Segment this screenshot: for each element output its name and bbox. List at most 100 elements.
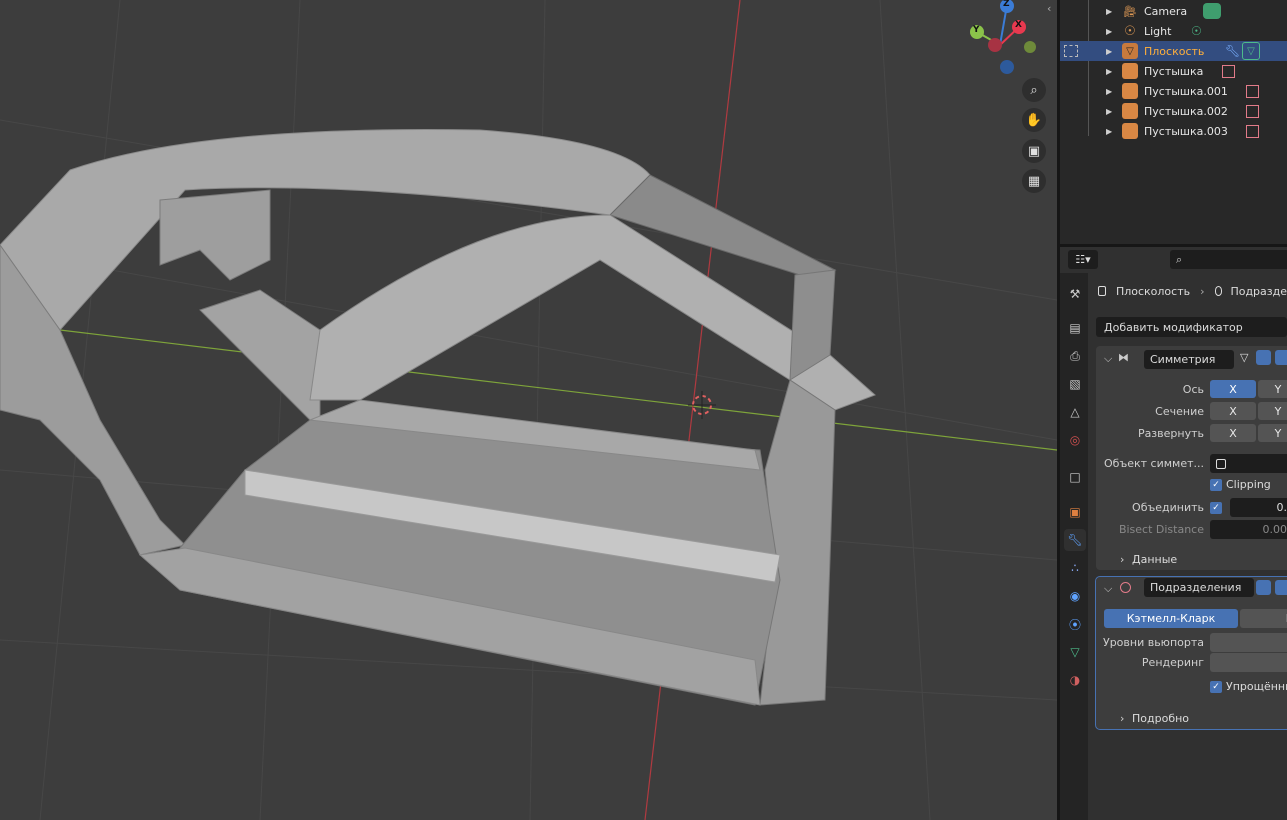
- editor-type-dropdown[interactable]: ☷▾: [1068, 250, 1098, 269]
- gizmo-z-label: Z: [1003, 0, 1010, 9]
- bisect-x-toggle[interactable]: X: [1210, 402, 1256, 420]
- expand-chevron-icon[interactable]: ›: [1120, 712, 1124, 725]
- expand-arrow-icon[interactable]: ▶: [1106, 107, 1112, 116]
- edit-mode-icon[interactable]: ▽: [1240, 351, 1248, 364]
- car-body-mesh[interactable]: [0, 129, 876, 706]
- breadcrumb-modifier[interactable]: Подразде: [1230, 285, 1287, 298]
- render-levels-field[interactable]: 2: [1210, 653, 1287, 672]
- outliner-item-empty-002[interactable]: ▶ Пустышка.002: [1060, 101, 1287, 121]
- object-tab-icon[interactable]: ▣: [1064, 501, 1086, 523]
- breadcrumb: Плосколость › Подразде: [1098, 283, 1287, 299]
- tool-tab-icon[interactable]: ⚒: [1064, 283, 1086, 305]
- data-subpanel-label[interactable]: Данные: [1132, 553, 1177, 566]
- modifier-tab-icon[interactable]: 🔧︎: [1064, 529, 1086, 551]
- advanced-subpanel-label[interactable]: Подробно: [1132, 712, 1189, 725]
- search-input[interactable]: ⌕: [1170, 250, 1287, 269]
- subsurf-modifier-icon: [1120, 582, 1131, 593]
- collapse-chevron-icon[interactable]: ⌵: [1104, 352, 1112, 366]
- 3d-viewport[interactable]: Z X Y ⌕ ✋ ▣ ▦ ‹: [0, 0, 1057, 820]
- collapse-chevron-icon[interactable]: ⌵: [1104, 582, 1112, 596]
- mirror-modifier-panel: ⌵ ⧓ Симметрия ▽ Ось X Y Сечение X Y Разв…: [1096, 346, 1287, 570]
- merge-distance-field[interactable]: 0.0: [1230, 498, 1287, 517]
- particles-tab-icon[interactable]: ∴: [1064, 557, 1086, 579]
- axis-y-toggle[interactable]: Y: [1258, 380, 1287, 398]
- view-layer-tab-icon[interactable]: ▧: [1064, 373, 1086, 395]
- expand-arrow-icon[interactable]: ▶: [1106, 27, 1112, 36]
- outliner-item-label: Пустышка: [1144, 64, 1204, 78]
- viewport-levels-field[interactable]: 0: [1210, 633, 1287, 652]
- mirror-object-label: Объект симмет...: [1104, 457, 1204, 470]
- outliner-item-empty[interactable]: ▶ Пустышка: [1060, 61, 1287, 81]
- world-tab-icon[interactable]: ◎: [1064, 429, 1086, 451]
- empty-icon: [1122, 83, 1138, 99]
- flip-y-toggle[interactable]: Y: [1258, 424, 1287, 442]
- breadcrumb-object[interactable]: Плосколость: [1116, 285, 1190, 298]
- image-icon[interactable]: [1246, 104, 1259, 118]
- gizmo-x-label: X: [1015, 20, 1022, 30]
- breadcrumb-separator-icon: ›: [1200, 284, 1205, 298]
- outliner-item-empty-003[interactable]: ▶ Пустышка.003: [1060, 121, 1287, 141]
- viewport-levels-label: Уровни вьюпорта: [1102, 636, 1204, 649]
- bisect-y-toggle[interactable]: Y: [1258, 402, 1287, 420]
- image-icon[interactable]: [1246, 84, 1259, 98]
- material-tab-icon[interactable]: ◑: [1064, 669, 1086, 691]
- render-levels-label: Рендеринг: [1141, 656, 1204, 669]
- light-data-icon[interactable]: ☉: [1191, 24, 1202, 38]
- catmull-clark-toggle[interactable]: Кэтмелл-Кларк: [1104, 609, 1238, 628]
- optimal-display-checkbox[interactable]: ✓: [1210, 681, 1222, 693]
- render-tab-icon[interactable]: ▤: [1064, 317, 1086, 339]
- simple-toggle[interactable]: П: [1240, 609, 1287, 628]
- image-icon[interactable]: [1222, 64, 1235, 78]
- constraints-tab-icon[interactable]: ⦿: [1064, 613, 1086, 635]
- scene-tab-icon[interactable]: △: [1064, 401, 1086, 423]
- flip-x-toggle[interactable]: X: [1210, 424, 1256, 442]
- wrench-modifier-icon[interactable]: 🔧︎: [1225, 44, 1240, 58]
- show-in-editmode-icon[interactable]: [1256, 580, 1271, 595]
- outliner-item-camera[interactable]: ▶ 🎥︎ Camera: [1060, 1, 1287, 21]
- object-icon: [1216, 458, 1226, 469]
- properties-tabs: ⚒ ▤ ⎙ ▧ △ ◎ □ ▣ 🔧︎ ∴ ◉ ⦿ ▽ ◑: [1060, 273, 1088, 820]
- zoom-icon[interactable]: ⌕: [1022, 78, 1046, 102]
- expand-arrow-icon[interactable]: ▶: [1106, 127, 1112, 136]
- outliner-item-light[interactable]: ▶ ☉ Light ☉: [1060, 21, 1287, 41]
- mesh-data-icon[interactable]: ▽: [1242, 42, 1260, 60]
- hand-pan-icon[interactable]: ✋: [1022, 108, 1046, 132]
- collapse-arrow-icon[interactable]: ‹: [1047, 2, 1051, 15]
- collection-tab-icon[interactable]: □: [1064, 466, 1086, 488]
- expand-arrow-icon[interactable]: ▶: [1106, 47, 1112, 56]
- outliner-item-label: Пустышка.001: [1144, 84, 1228, 98]
- expand-chevron-icon[interactable]: ›: [1120, 553, 1124, 566]
- outliner-item-plane[interactable]: ▶ ▽ Плоскость 🔧︎ ▽: [1060, 41, 1287, 61]
- show-in-viewport-icon[interactable]: [1275, 350, 1287, 365]
- camera-view-icon[interactable]: ▣: [1022, 139, 1046, 163]
- bisect-distance-label: Bisect Distance: [1118, 523, 1204, 536]
- modifier-name-field[interactable]: Подразделения: [1144, 578, 1254, 597]
- bisect-distance-field[interactable]: 0.001: [1210, 520, 1287, 539]
- physics-tab-icon[interactable]: ◉: [1064, 585, 1086, 607]
- empty-icon: [1122, 123, 1138, 139]
- camera-icon: 🎥︎: [1123, 4, 1137, 18]
- add-modifier-button[interactable]: Добавить модификатор: [1096, 317, 1287, 337]
- axis-x-toggle[interactable]: X: [1210, 380, 1256, 398]
- expand-arrow-icon[interactable]: ▶: [1106, 67, 1112, 76]
- expand-arrow-icon[interactable]: ▶: [1106, 87, 1112, 96]
- navigation-gizmo[interactable]: [970, 0, 1036, 74]
- subdivision-modifier-panel: ⌵ Подразделения Кэтмелл-Кларк П Уровни в…: [1095, 576, 1287, 730]
- optimal-display-label: Упрощённы: [1226, 680, 1287, 693]
- mesh-icon: ▽: [1122, 43, 1138, 59]
- mirror-object-field[interactable]: [1210, 454, 1287, 473]
- grid-perspective-icon[interactable]: ▦: [1022, 169, 1046, 193]
- data-tab-icon[interactable]: ▽: [1064, 641, 1086, 663]
- mirror-modifier-icon: ⧓: [1118, 351, 1129, 364]
- show-in-editmode-icon[interactable]: [1256, 350, 1271, 365]
- select-mode-icon[interactable]: [1064, 45, 1078, 57]
- output-tab-icon[interactable]: ⎙: [1064, 345, 1086, 367]
- outliner-item-empty-001[interactable]: ▶ Пустышка.001: [1060, 81, 1287, 101]
- clipping-checkbox[interactable]: ✓: [1210, 479, 1222, 491]
- modifier-name-field[interactable]: Симметрия: [1144, 350, 1234, 369]
- show-in-viewport-icon[interactable]: [1275, 580, 1287, 595]
- image-icon[interactable]: [1246, 124, 1259, 138]
- camera-data-icon[interactable]: [1203, 3, 1221, 19]
- merge-checkbox[interactable]: ✓: [1210, 502, 1222, 514]
- expand-arrow-icon[interactable]: ▶: [1106, 7, 1112, 16]
